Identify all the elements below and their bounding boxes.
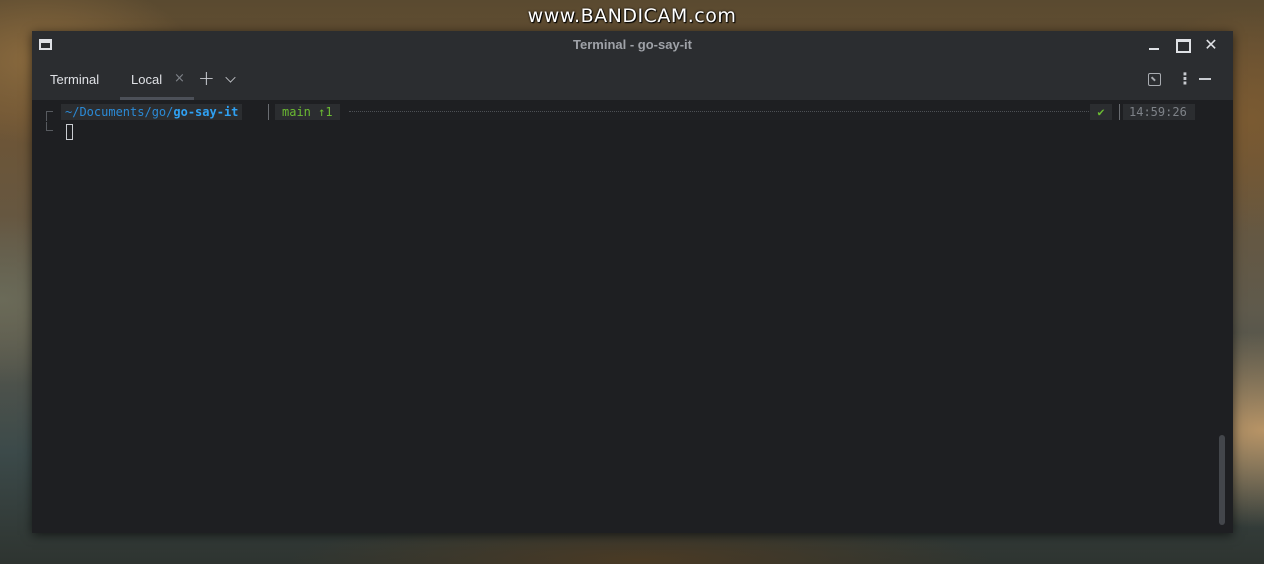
tool-window-header: Terminal Local × + ⋮ (32, 60, 1233, 100)
chevron-down-icon[interactable] (225, 72, 236, 83)
tab-local[interactable]: Local × (120, 60, 194, 100)
prompt-filler (349, 111, 1089, 113)
prompt-bracket-top (46, 111, 53, 121)
path-current-dir: go-say-it (173, 105, 239, 119)
window-title: Terminal - go-say-it (573, 37, 692, 52)
tab-label: Local (131, 72, 163, 87)
path-prefix: ~/Documents/go/ (65, 105, 174, 119)
tool-window-title: Terminal (50, 72, 100, 87)
prompt-bracket-bottom (46, 122, 53, 131)
terminal-window: Terminal - go-say-it ✕ Terminal Local × … (32, 31, 1233, 533)
restore-icon[interactable] (1148, 73, 1161, 86)
prompt-status-check: ✔ (1090, 104, 1112, 120)
title-bar[interactable]: Terminal - go-say-it ✕ (32, 31, 1233, 60)
more-vertical-icon[interactable]: ⋮ (1177, 69, 1193, 88)
segment-separator-right (1119, 104, 1120, 120)
segment-separator (268, 104, 269, 120)
bandicam-watermark: www.BANDICAM.com (527, 5, 737, 27)
prompt-path: ~/Documents/go/go-say-it (61, 104, 243, 120)
prompt-time: 14:59:26 (1123, 104, 1195, 120)
prompt-git-branch: main ↑1 (275, 104, 340, 120)
terminal-cursor (66, 124, 73, 140)
maximize-icon[interactable] (1173, 37, 1191, 53)
hide-icon[interactable] (1199, 78, 1211, 80)
scrollbar-thumb[interactable] (1219, 435, 1225, 525)
close-icon[interactable]: ✕ (1202, 37, 1220, 53)
plus-icon[interactable]: + (198, 66, 215, 90)
tab-close-icon[interactable]: × (174, 71, 185, 86)
terminal-output[interactable]: ~/Documents/go/go-say-it main ↑1 ✔ 14:59… (32, 100, 1233, 533)
prompt-line: ~/Documents/go/go-say-it main ↑1 ✔ 14:59… (32, 100, 1202, 131)
minimize-icon[interactable] (1145, 37, 1163, 53)
